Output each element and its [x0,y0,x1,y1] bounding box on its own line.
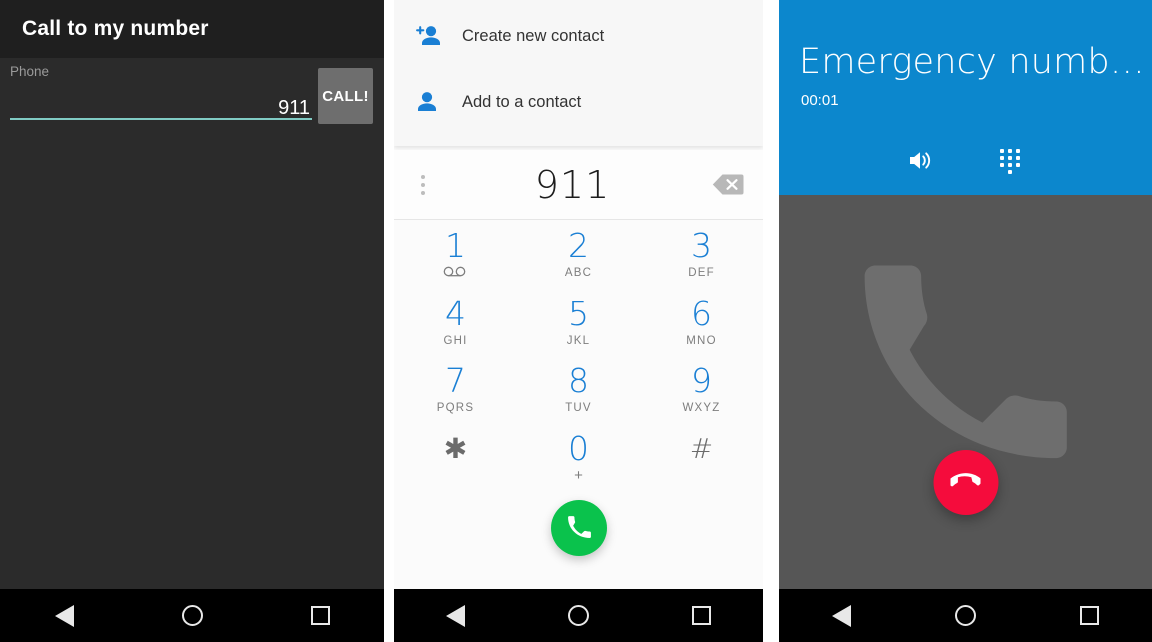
recents-square-icon [1080,606,1100,625]
dialpad-key-1-digit: 1 [445,226,466,266]
home-circle-icon [181,605,203,626]
recents-button[interactable] [672,596,732,636]
dialpad-key-5[interactable]: 5 JKL [517,289,640,357]
speaker-toggle[interactable] [899,140,945,186]
dialpad-key-9[interactable]: 9 WXYZ [640,356,763,424]
dialpad-key-3-digit: 3 [691,226,712,266]
dialpad-key-8[interactable]: 8 TUV [517,356,640,424]
call-header: Emergency numb… 00:01 [779,0,1152,195]
speaker-icon [908,149,935,177]
dialpad-key-hash-digit: # [689,431,714,465]
phone-input-value: 911 [278,97,310,119]
call-timer: 00:01 [801,92,839,109]
create-new-contact-label: Create new contact [462,26,605,45]
call-button[interactable]: CALL! [318,68,373,124]
phone-field-group: Phone 911 [10,64,312,120]
dial-fab-area [394,500,763,580]
form-area: Phone 911 CALL! [0,58,384,589]
phone-watermark-icon [846,246,1076,481]
person-icon [416,91,462,113]
dialpad-key-0[interactable]: 0 + [517,424,640,492]
add-to-contact-label: Add to a contact [462,92,582,111]
dialpad-key-star-digit: ✱ [443,431,468,465]
contact-actions: Create new contact Add to a contact [394,0,763,146]
caller-name: Emergency numb… [799,42,1145,82]
add-to-contact-item[interactable]: Add to a contact [394,69,763,135]
end-call-icon [947,466,983,499]
person-add-icon [416,25,462,47]
dialpad-key-5-digit: 5 [568,293,589,333]
dialpad-key-2[interactable]: 2 ABC [517,221,640,289]
home-button[interactable] [162,596,222,636]
dialpad-key-7[interactable]: 7 PQRS [394,356,517,424]
dialpad-key-4-letters: GHI [443,334,468,347]
backspace-icon[interactable] [693,172,763,197]
dialpad-key-7-letters: PQRS [436,402,475,415]
dialpad-key-3-letters: DEF [688,267,715,280]
phone-panel-dialer: Create new contact Add to a contact 911 … [394,0,763,642]
input-underline [10,118,312,120]
screenshot-root: Call to my number Phone 911 CALL! Create… [0,0,1152,642]
phone-icon [566,514,592,543]
home-button[interactable] [935,596,995,636]
dialpad-key-9-letters: WXYZ [682,402,721,415]
dialed-number[interactable]: 911 [452,163,693,207]
recents-square-icon [310,606,330,625]
end-call-button[interactable] [933,450,998,515]
dialpad-key-star[interactable]: ✱ [394,424,517,492]
dialpad-key-0-digit: 0 [568,428,589,468]
back-triangle-icon [831,604,851,627]
incall-screen: Emergency numb… 00:01 [779,0,1152,589]
dialpad-key-1[interactable]: 1 [394,221,517,289]
dialpad-key-4-digit: 4 [445,293,466,333]
dialpad-key-9-digit: 9 [691,361,712,401]
back-button[interactable] [34,596,94,636]
android-navbar [394,589,763,642]
dialpad-key-2-letters: ABC [564,267,593,280]
back-button[interactable] [811,596,871,636]
dial-call-button[interactable] [550,500,607,556]
dialpad-key-6-letters: MNO [686,334,717,347]
voicemail-icon [443,266,469,280]
number-display-bar: 911 [394,150,763,220]
overflow-menu-icon[interactable] [394,150,452,219]
back-triangle-icon [54,604,74,627]
phone-panel-app: Call to my number Phone 911 CALL! [0,0,384,642]
dialpad-icon [999,148,1021,179]
phone-panel-incall: Emergency numb… 00:01 [779,0,1152,642]
create-new-contact-item[interactable]: Create new contact [394,3,763,69]
dialpad-key-5-letters: JKL [566,334,591,347]
dialpad-key-8-letters: TUV [565,402,592,415]
dialpad-key-8-digit: 8 [568,361,589,401]
dialpad-key-7-digit: 7 [445,361,466,401]
dialer-screen: Create new contact Add to a contact 911 … [394,0,763,589]
android-navbar [779,589,1152,642]
home-button[interactable] [549,596,609,636]
android-navbar [0,589,384,642]
dialpad-keypad: 1 2 ABC 3 DEF 4 GHI 5 JKL 6 MNO 7 PQRS 8… [394,221,763,491]
home-circle-icon [954,605,976,626]
back-button[interactable] [426,596,486,636]
call-controls [779,140,1152,186]
recents-button[interactable] [290,596,350,636]
back-triangle-icon [446,604,465,627]
page-title: Call to my number [22,17,209,40]
dialpad-toggle[interactable] [987,140,1033,186]
dialpad-key-3[interactable]: 3 DEF [640,221,763,289]
dialpad-key-hash[interactable]: # [640,424,763,492]
call-body [779,195,1152,589]
phone-field-label: Phone [10,64,50,79]
dialpad-key-0-sub: + [574,466,583,484]
home-circle-icon [568,605,589,626]
dialpad-key-6[interactable]: 6 MNO [640,289,763,357]
recents-square-icon [692,606,711,625]
dialpad-key-2-digit: 2 [568,226,589,266]
dialpad-key-6-digit: 6 [691,293,712,333]
app-bar: Call to my number [0,0,384,58]
app-screen: Call to my number Phone 911 CALL! [0,0,384,589]
recents-button[interactable] [1060,596,1120,636]
phone-input[interactable]: 911 [10,80,312,120]
dialpad-key-4[interactable]: 4 GHI [394,289,517,357]
